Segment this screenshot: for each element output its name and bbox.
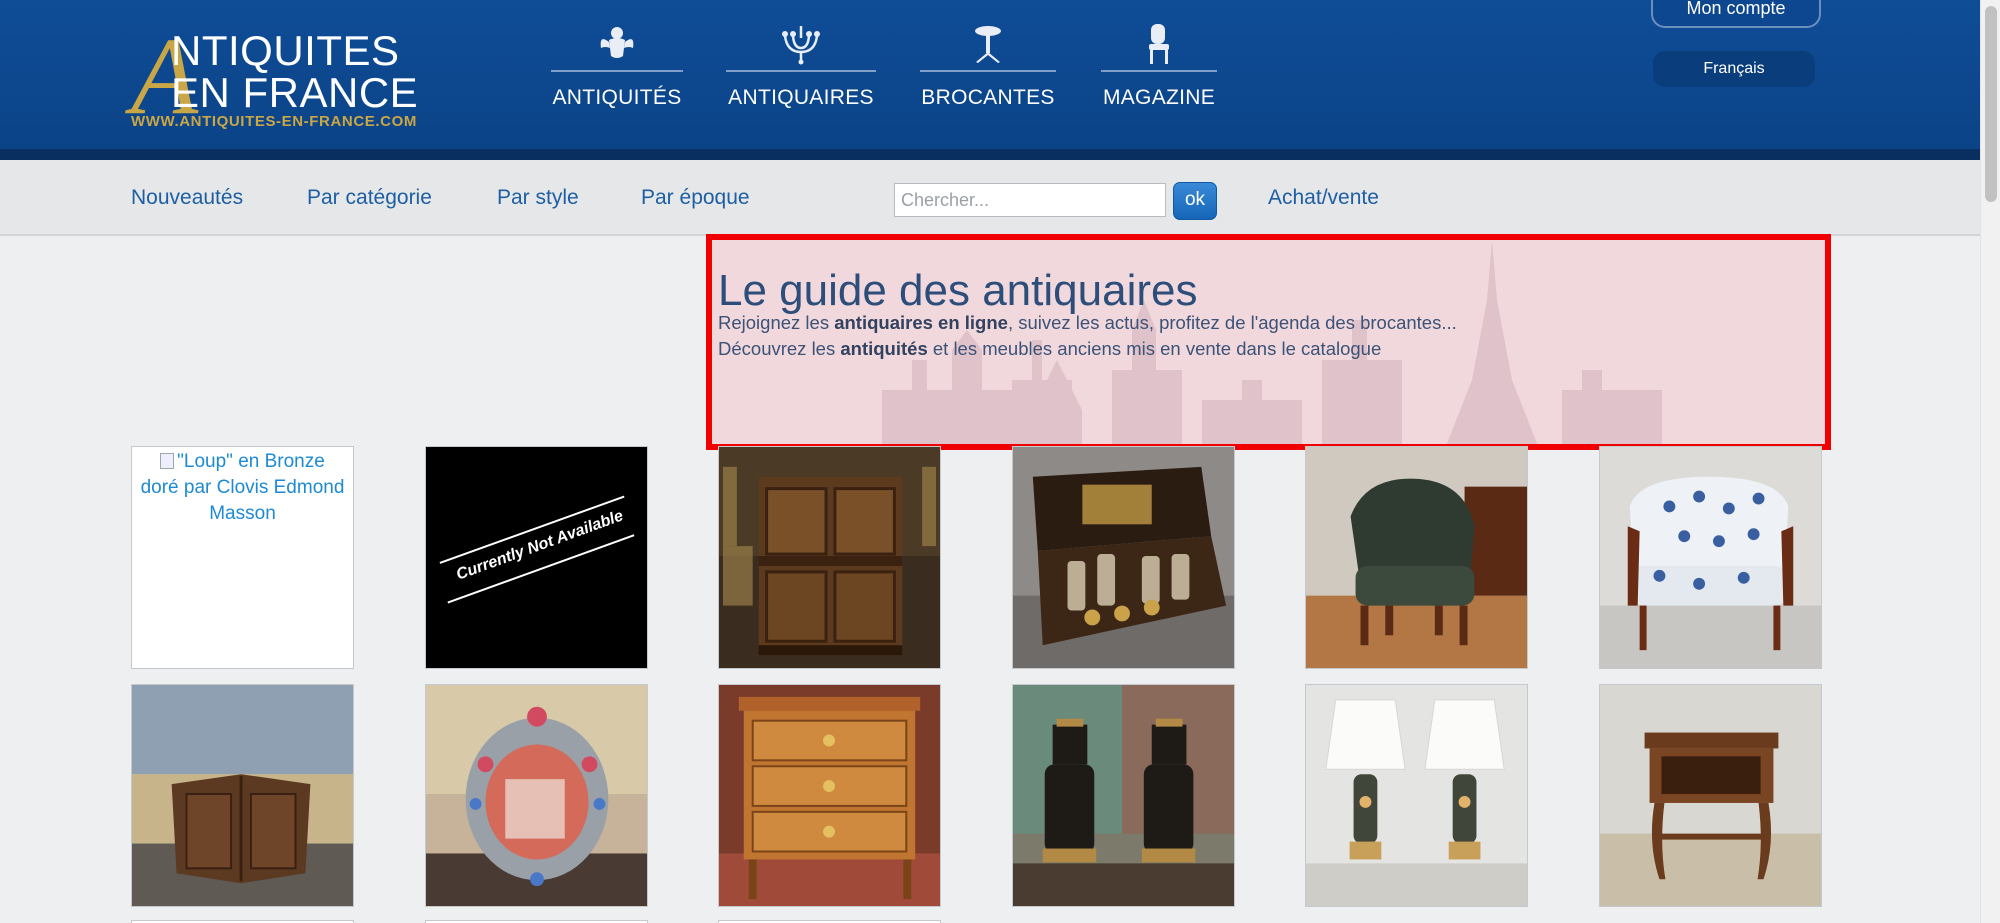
hero-text-line1: Rejoignez les antiquaires en ligne, suiv… xyxy=(718,312,1457,334)
broken-image-icon xyxy=(160,453,175,469)
hero-text-line2: Découvrez les antiquités et les meubles … xyxy=(718,338,1381,360)
language-selector[interactable]: Français xyxy=(1653,51,1815,87)
subnav-achat-vente[interactable]: Achat/vente xyxy=(1268,186,1379,210)
logo-url: WWW.ANTIQUITES-EN-FRANCE.COM xyxy=(131,113,417,130)
product-tile[interactable] xyxy=(425,684,648,907)
table-lamps-photo xyxy=(1306,685,1527,906)
product-tile[interactable] xyxy=(718,684,941,907)
hero-text-bold: antiquités xyxy=(840,338,928,359)
nav-underline xyxy=(726,70,876,72)
pedestal-table-icon xyxy=(920,22,1056,66)
sub-nav: Nouveautés Par catégorie Par style Par é… xyxy=(0,160,1980,236)
chair-icon xyxy=(1101,22,1217,66)
logo-line1: NTIQUITES xyxy=(171,27,400,74)
subnav-nouveautes[interactable]: Nouveautés xyxy=(131,186,243,210)
leather-armchair-photo xyxy=(1306,447,1527,668)
corner-cabinet-photo xyxy=(132,685,353,906)
nav-label: MAGAZINE xyxy=(1102,86,1216,109)
nav-underline xyxy=(551,70,683,72)
nav-label: ANTIQUAIRES xyxy=(728,86,874,109)
product-tile[interactable] xyxy=(718,446,941,669)
hero-banner: Le guide des antiquaires Rejoignez les a… xyxy=(706,234,1831,450)
top-header: A NTIQUITES EN FRANCE WWW.ANTIQUITES-EN-… xyxy=(0,0,1980,160)
nav-underline xyxy=(1101,70,1217,72)
venetian-mirror-photo xyxy=(426,685,647,906)
product-tile[interactable]: "Loup" en Bronze doré par Clovis Edmond … xyxy=(131,446,354,669)
angel-icon xyxy=(551,22,683,66)
scrollbar-thumb[interactable] xyxy=(1985,6,1997,202)
product-tile[interactable] xyxy=(1599,684,1822,907)
nav-brocantes[interactable]: BROCANTES xyxy=(920,22,1056,112)
hero-text: Découvrez les xyxy=(718,338,841,359)
oil-lamps-photo xyxy=(1013,685,1234,906)
product-tile[interactable] xyxy=(1012,684,1235,907)
subnav-par-style[interactable]: Par style xyxy=(497,186,579,210)
hero-text: et les meubles anciens mis en vente dans… xyxy=(927,338,1382,359)
nav-label: ANTIQUITÉS xyxy=(552,86,682,109)
product-tile[interactable] xyxy=(1012,446,1235,669)
nav-antiquaires[interactable]: ANTIQUAIRES xyxy=(726,22,876,112)
hero-text: Rejoignez les xyxy=(718,312,835,333)
account-button[interactable]: Mon compte xyxy=(1651,0,1821,28)
product-tile[interactable]: Currently Not Available xyxy=(425,446,648,669)
search-ok-button[interactable]: ok xyxy=(1173,182,1217,220)
nav-underline xyxy=(920,70,1056,72)
product-tile[interactable] xyxy=(131,684,354,907)
site-logo[interactable]: A NTIQUITES EN FRANCE WWW.ANTIQUITES-EN-… xyxy=(131,21,441,131)
nav-antiquites[interactable]: ANTIQUITÉS xyxy=(551,22,683,112)
product-tile[interactable] xyxy=(1305,684,1528,907)
chandelier-icon xyxy=(726,22,876,66)
hero-text-bold: antiquaires en ligne xyxy=(834,312,1008,333)
product-tile[interactable] xyxy=(1305,446,1528,669)
subnav-par-categorie[interactable]: Par catégorie xyxy=(307,186,432,210)
liquor-cellar-box-photo xyxy=(1013,447,1234,668)
page-scrollbar[interactable] xyxy=(1980,0,2000,923)
hero-text: , suivez les actus, profitez de l'agenda… xyxy=(1007,312,1457,333)
product-tile[interactable] xyxy=(1599,446,1822,669)
floral-bergere-photo xyxy=(1600,447,1821,668)
nav-label: BROCANTES xyxy=(921,86,1055,109)
not-available-image xyxy=(426,447,647,668)
nav-magazine[interactable]: MAGAZINE xyxy=(1101,22,1217,112)
hero-title: Le guide des antiquaires xyxy=(718,266,1198,315)
bedside-table-photo xyxy=(1600,685,1821,906)
search-input[interactable] xyxy=(894,183,1166,217)
broken-image-alt-text[interactable]: "Loup" en Bronze doré par Clovis Edmond … xyxy=(132,449,353,527)
antique-cabinet-photo xyxy=(719,447,940,668)
logo-line2: EN FRANCE xyxy=(171,69,419,116)
subnav-par-epoque[interactable]: Par époque xyxy=(641,186,750,210)
chest-of-drawers-photo xyxy=(719,685,940,906)
